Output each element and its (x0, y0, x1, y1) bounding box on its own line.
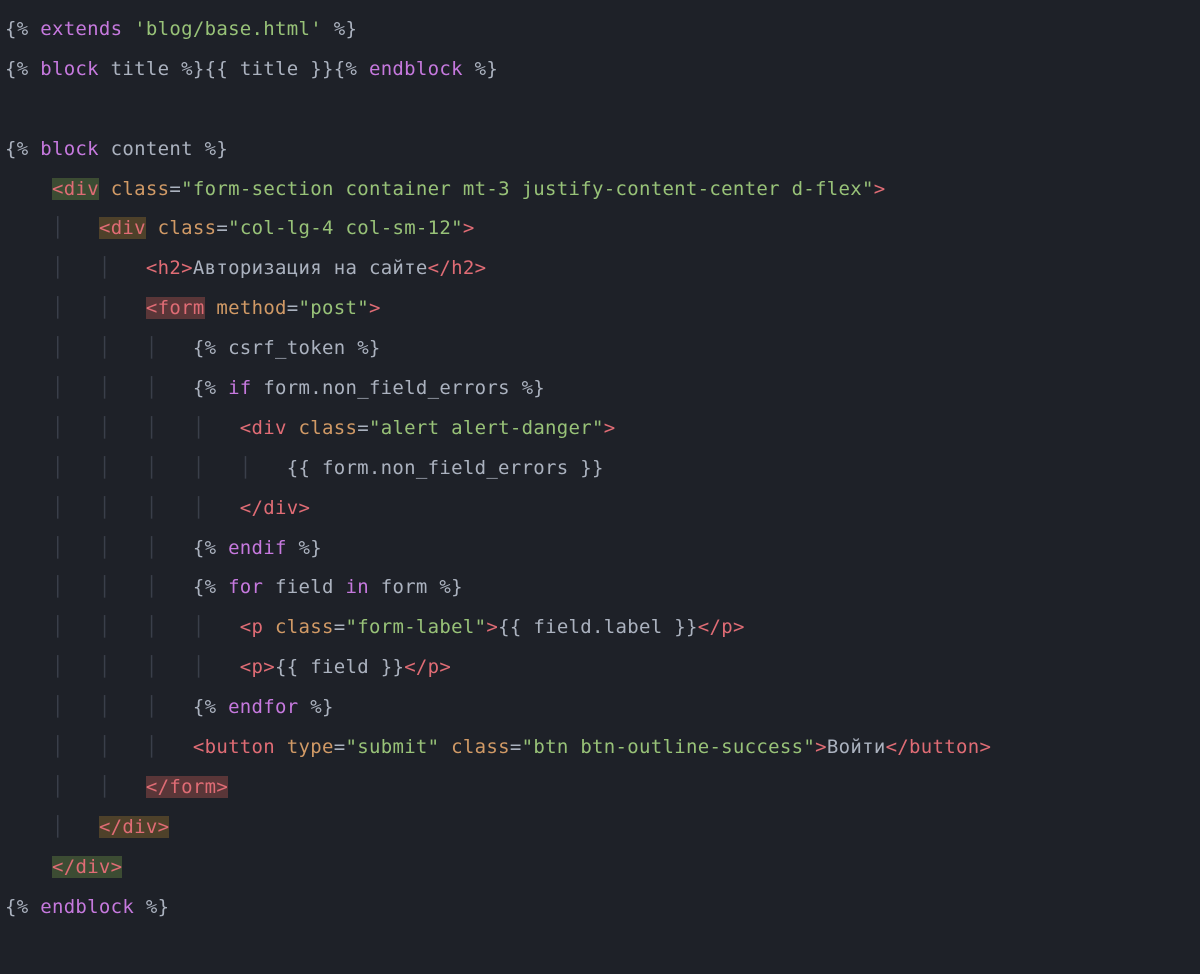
code-line: │ │ │ │ <p>{{ field }}</p> (5, 656, 451, 678)
code-editor[interactable]: {% extends 'blog/base.html' %} {% block … (5, 10, 1195, 927)
code-line: │ │ │ │ <div class="alert alert-danger"> (5, 417, 616, 439)
code-line: │ │ </form> (5, 776, 228, 798)
code-line: │ │ │ {% endfor %} (5, 696, 334, 718)
code-line: │ </div> (5, 816, 169, 838)
code-line: │ │ <h2>Авторизация на сайте</h2> (5, 257, 486, 279)
code-line: {% extends 'blog/base.html' %} (5, 18, 357, 40)
code-line: {% block content %} (5, 138, 228, 160)
code-line: │ │ │ {% endif %} (5, 537, 322, 559)
code-line: │ │ │ │ │ {{ form.non_field_errors }} (5, 457, 604, 479)
code-line: {% block title %}{{ title }}{% endblock … (5, 58, 498, 80)
code-line: {% endblock %} (5, 896, 169, 918)
code-line: │ │ │ {% csrf_token %} (5, 337, 381, 359)
code-line: │ │ │ │ </div> (5, 497, 310, 519)
code-line: </div> (5, 856, 122, 878)
code-line: │ │ │ {% for field in form %} (5, 576, 463, 598)
code-line: │ │ │ {% if form.non_field_errors %} (5, 377, 545, 399)
code-line: │ │ │ <button type="submit" class="btn b… (5, 736, 991, 758)
code-line: │ │ <form method="post"> (5, 297, 381, 319)
code-line (5, 98, 17, 120)
code-line: │ <div class="col-lg-4 col-sm-12"> (5, 217, 475, 239)
code-line: <div class="form-section container mt-3 … (5, 178, 886, 200)
code-line: │ │ │ │ <p class="form-label">{{ field.l… (5, 616, 745, 638)
